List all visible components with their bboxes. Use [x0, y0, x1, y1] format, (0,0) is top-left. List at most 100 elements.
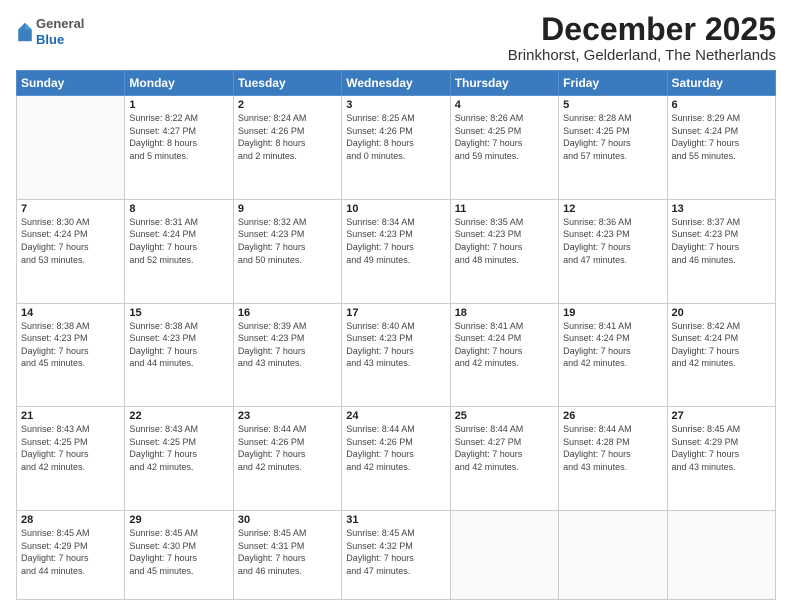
day-number: 19	[563, 307, 662, 319]
day-number: 10	[346, 203, 445, 215]
calendar-body: 1Sunrise: 8:22 AM Sunset: 4:27 PM Daylig…	[17, 96, 776, 600]
calendar-cell	[450, 510, 558, 599]
day-info: Sunrise: 8:43 AM Sunset: 4:25 PM Dayligh…	[21, 423, 120, 473]
day-number: 23	[238, 410, 337, 422]
logo-text: General Blue	[36, 16, 84, 47]
calendar-cell	[17, 96, 125, 200]
day-info: Sunrise: 8:41 AM Sunset: 4:24 PM Dayligh…	[563, 320, 662, 370]
calendar-cell: 2Sunrise: 8:24 AM Sunset: 4:26 PM Daylig…	[233, 96, 341, 200]
day-number: 15	[129, 307, 228, 319]
calendar-cell: 10Sunrise: 8:34 AM Sunset: 4:23 PM Dayli…	[342, 199, 450, 303]
calendar-cell: 31Sunrise: 8:45 AM Sunset: 4:32 PM Dayli…	[342, 510, 450, 599]
day-info: Sunrise: 8:45 AM Sunset: 4:32 PM Dayligh…	[346, 527, 445, 577]
day-number: 18	[455, 307, 554, 319]
calendar-cell	[559, 510, 667, 599]
calendar-week-1: 1Sunrise: 8:22 AM Sunset: 4:27 PM Daylig…	[17, 96, 776, 200]
day-number: 12	[563, 203, 662, 215]
calendar-cell: 9Sunrise: 8:32 AM Sunset: 4:23 PM Daylig…	[233, 199, 341, 303]
day-info: Sunrise: 8:44 AM Sunset: 4:28 PM Dayligh…	[563, 423, 662, 473]
calendar-cell: 8Sunrise: 8:31 AM Sunset: 4:24 PM Daylig…	[125, 199, 233, 303]
calendar-cell: 23Sunrise: 8:44 AM Sunset: 4:26 PM Dayli…	[233, 407, 341, 511]
day-number: 1	[129, 99, 228, 111]
day-number: 7	[21, 203, 120, 215]
calendar-cell: 3Sunrise: 8:25 AM Sunset: 4:26 PM Daylig…	[342, 96, 450, 200]
day-info: Sunrise: 8:38 AM Sunset: 4:23 PM Dayligh…	[21, 320, 120, 370]
day-number: 28	[21, 514, 120, 526]
day-info: Sunrise: 8:24 AM Sunset: 4:26 PM Dayligh…	[238, 112, 337, 162]
day-number: 9	[238, 203, 337, 215]
header-row: Sunday Monday Tuesday Wednesday Thursday…	[17, 71, 776, 96]
calendar-cell: 30Sunrise: 8:45 AM Sunset: 4:31 PM Dayli…	[233, 510, 341, 599]
calendar-cell: 18Sunrise: 8:41 AM Sunset: 4:24 PM Dayli…	[450, 303, 558, 407]
calendar-cell: 25Sunrise: 8:44 AM Sunset: 4:27 PM Dayli…	[450, 407, 558, 511]
calendar-cell: 21Sunrise: 8:43 AM Sunset: 4:25 PM Dayli…	[17, 407, 125, 511]
title-location: Brinkhorst, Gelderland, The Netherlands	[508, 47, 776, 64]
day-number: 30	[238, 514, 337, 526]
day-number: 6	[672, 99, 771, 111]
calendar-cell: 26Sunrise: 8:44 AM Sunset: 4:28 PM Dayli…	[559, 407, 667, 511]
day-info: Sunrise: 8:35 AM Sunset: 4:23 PM Dayligh…	[455, 216, 554, 266]
day-info: Sunrise: 8:30 AM Sunset: 4:24 PM Dayligh…	[21, 216, 120, 266]
calendar-week-2: 7Sunrise: 8:30 AM Sunset: 4:24 PM Daylig…	[17, 199, 776, 303]
day-info: Sunrise: 8:41 AM Sunset: 4:24 PM Dayligh…	[455, 320, 554, 370]
col-saturday: Saturday	[667, 71, 775, 96]
calendar-week-5: 28Sunrise: 8:45 AM Sunset: 4:29 PM Dayli…	[17, 510, 776, 599]
calendar-cell	[667, 510, 775, 599]
calendar-cell: 11Sunrise: 8:35 AM Sunset: 4:23 PM Dayli…	[450, 199, 558, 303]
day-info: Sunrise: 8:45 AM Sunset: 4:29 PM Dayligh…	[21, 527, 120, 577]
calendar-cell: 17Sunrise: 8:40 AM Sunset: 4:23 PM Dayli…	[342, 303, 450, 407]
calendar-cell: 13Sunrise: 8:37 AM Sunset: 4:23 PM Dayli…	[667, 199, 775, 303]
calendar-week-4: 21Sunrise: 8:43 AM Sunset: 4:25 PM Dayli…	[17, 407, 776, 511]
calendar-cell: 24Sunrise: 8:44 AM Sunset: 4:26 PM Dayli…	[342, 407, 450, 511]
day-info: Sunrise: 8:28 AM Sunset: 4:25 PM Dayligh…	[563, 112, 662, 162]
day-number: 21	[21, 410, 120, 422]
day-info: Sunrise: 8:40 AM Sunset: 4:23 PM Dayligh…	[346, 320, 445, 370]
day-info: Sunrise: 8:26 AM Sunset: 4:25 PM Dayligh…	[455, 112, 554, 162]
logo-icon	[16, 21, 34, 43]
day-number: 4	[455, 99, 554, 111]
day-number: 29	[129, 514, 228, 526]
day-number: 31	[346, 514, 445, 526]
day-info: Sunrise: 8:43 AM Sunset: 4:25 PM Dayligh…	[129, 423, 228, 473]
page: General Blue December 2025 Brinkhorst, G…	[0, 0, 792, 612]
day-number: 16	[238, 307, 337, 319]
day-info: Sunrise: 8:25 AM Sunset: 4:26 PM Dayligh…	[346, 112, 445, 162]
day-info: Sunrise: 8:31 AM Sunset: 4:24 PM Dayligh…	[129, 216, 228, 266]
col-tuesday: Tuesday	[233, 71, 341, 96]
logo: General Blue	[16, 16, 84, 47]
day-number: 2	[238, 99, 337, 111]
day-info: Sunrise: 8:42 AM Sunset: 4:24 PM Dayligh…	[672, 320, 771, 370]
calendar-cell: 12Sunrise: 8:36 AM Sunset: 4:23 PM Dayli…	[559, 199, 667, 303]
logo-blue: Blue	[36, 32, 64, 47]
day-info: Sunrise: 8:44 AM Sunset: 4:26 PM Dayligh…	[346, 423, 445, 473]
calendar-cell: 14Sunrise: 8:38 AM Sunset: 4:23 PM Dayli…	[17, 303, 125, 407]
title-block: December 2025 Brinkhorst, Gelderland, Th…	[508, 12, 776, 64]
calendar-cell: 29Sunrise: 8:45 AM Sunset: 4:30 PM Dayli…	[125, 510, 233, 599]
day-info: Sunrise: 8:37 AM Sunset: 4:23 PM Dayligh…	[672, 216, 771, 266]
calendar-table: Sunday Monday Tuesday Wednesday Thursday…	[16, 70, 776, 600]
day-number: 20	[672, 307, 771, 319]
calendar-cell: 5Sunrise: 8:28 AM Sunset: 4:25 PM Daylig…	[559, 96, 667, 200]
day-number: 8	[129, 203, 228, 215]
calendar-header: Sunday Monday Tuesday Wednesday Thursday…	[17, 71, 776, 96]
day-number: 17	[346, 307, 445, 319]
day-number: 3	[346, 99, 445, 111]
title-month: December 2025	[508, 12, 776, 47]
header: General Blue December 2025 Brinkhorst, G…	[16, 12, 776, 64]
day-info: Sunrise: 8:44 AM Sunset: 4:26 PM Dayligh…	[238, 423, 337, 473]
col-thursday: Thursday	[450, 71, 558, 96]
day-number: 25	[455, 410, 554, 422]
day-info: Sunrise: 8:38 AM Sunset: 4:23 PM Dayligh…	[129, 320, 228, 370]
day-number: 22	[129, 410, 228, 422]
day-info: Sunrise: 8:39 AM Sunset: 4:23 PM Dayligh…	[238, 320, 337, 370]
calendar-cell: 6Sunrise: 8:29 AM Sunset: 4:24 PM Daylig…	[667, 96, 775, 200]
calendar-cell: 7Sunrise: 8:30 AM Sunset: 4:24 PM Daylig…	[17, 199, 125, 303]
day-number: 5	[563, 99, 662, 111]
day-info: Sunrise: 8:45 AM Sunset: 4:31 PM Dayligh…	[238, 527, 337, 577]
day-number: 27	[672, 410, 771, 422]
calendar-cell: 15Sunrise: 8:38 AM Sunset: 4:23 PM Dayli…	[125, 303, 233, 407]
day-info: Sunrise: 8:45 AM Sunset: 4:29 PM Dayligh…	[672, 423, 771, 473]
calendar-cell: 4Sunrise: 8:26 AM Sunset: 4:25 PM Daylig…	[450, 96, 558, 200]
logo-general: General	[36, 16, 84, 31]
day-number: 14	[21, 307, 120, 319]
